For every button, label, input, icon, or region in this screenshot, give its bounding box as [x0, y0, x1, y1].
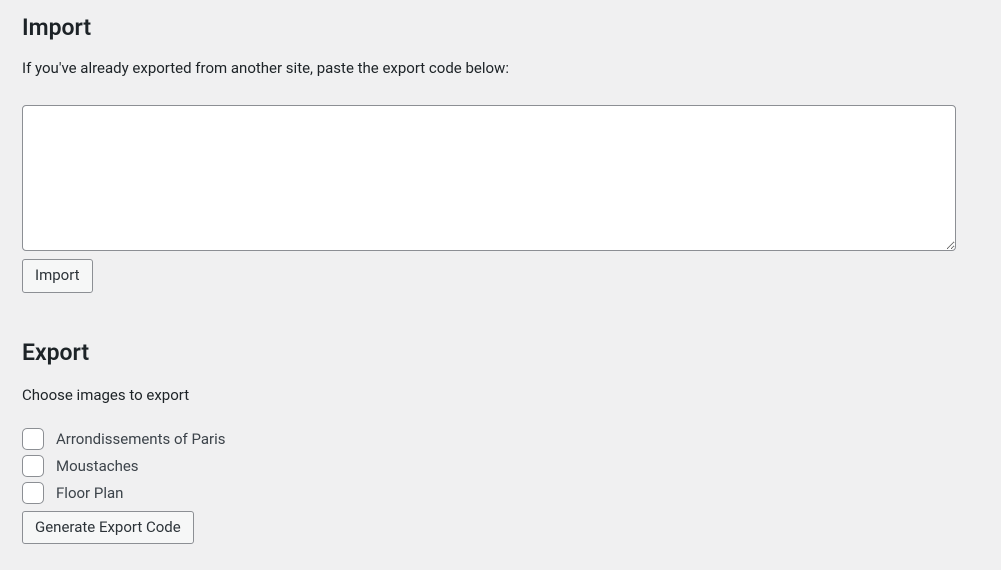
export-heading: Export [22, 339, 979, 366]
import-description: If you've already exported from another … [22, 59, 979, 77]
export-item-row: Floor Plan [22, 482, 979, 504]
export-item-label[interactable]: Moustaches [56, 457, 139, 475]
export-item-row: Arrondissements of Paris [22, 428, 979, 450]
export-checkbox-arrondissements[interactable] [22, 428, 44, 450]
export-description: Choose images to export [22, 386, 979, 404]
generate-export-button[interactable]: Generate Export Code [22, 511, 194, 545]
export-checkbox-floorplan[interactable] [22, 482, 44, 504]
export-item-label[interactable]: Arrondissements of Paris [56, 430, 225, 448]
import-code-textarea[interactable] [22, 105, 956, 251]
export-section: Export Choose images to export Arrondiss… [22, 339, 979, 545]
import-section: Import If you've already exported from a… [22, 14, 979, 293]
export-item-row: Moustaches [22, 455, 979, 477]
export-item-label[interactable]: Floor Plan [56, 484, 123, 502]
import-heading: Import [22, 14, 979, 41]
import-button[interactable]: Import [22, 259, 93, 293]
export-checkbox-moustaches[interactable] [22, 455, 44, 477]
